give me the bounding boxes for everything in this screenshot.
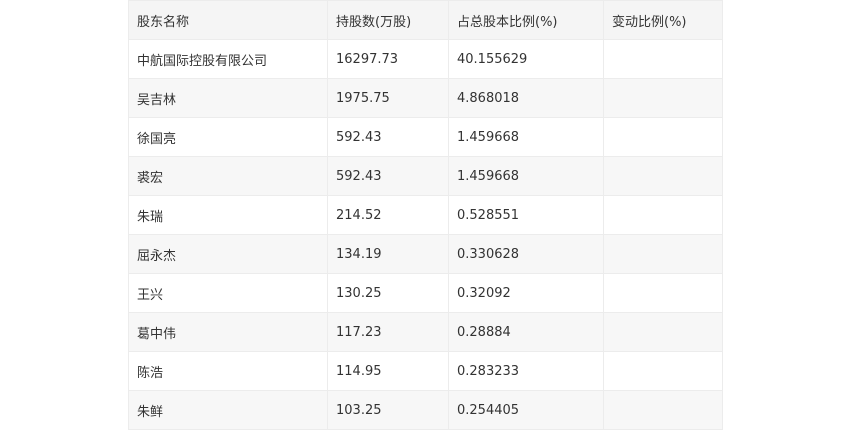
shareholder-table-container: 股东名称 持股数(万股) 占总股本比例(%) 变动比例(%) 中航国际控股有限公… <box>128 0 723 430</box>
header-row: 股东名称 持股数(万股) 占总股本比例(%) 变动比例(%) <box>128 0 723 40</box>
cell-change-ratio <box>603 351 723 391</box>
cell-share-ratio: 0.283233 <box>448 351 604 391</box>
cell-shareholder-name: 陈浩 <box>128 351 328 391</box>
header-share-ratio: 占总股本比例(%) <box>448 0 604 40</box>
table-row: 王兴 130.25 0.32092 <box>128 273 723 313</box>
table-header: 股东名称 持股数(万股) 占总股本比例(%) 变动比例(%) <box>128 0 723 40</box>
cell-shares-held: 130.25 <box>327 273 449 313</box>
table-body: 中航国际控股有限公司 16297.73 40.155629 吴吉林 1975.7… <box>128 39 723 430</box>
cell-share-ratio: 40.155629 <box>448 39 604 79</box>
cell-change-ratio <box>603 39 723 79</box>
cell-shares-held: 1975.75 <box>327 78 449 118</box>
cell-shareholder-name: 葛中伟 <box>128 312 328 352</box>
cell-change-ratio <box>603 234 723 274</box>
cell-shares-held: 592.43 <box>327 117 449 157</box>
cell-shareholder-name: 徐国亮 <box>128 117 328 157</box>
cell-shares-held: 114.95 <box>327 351 449 391</box>
cell-shareholder-name: 朱鲜 <box>128 390 328 430</box>
cell-shareholder-name: 朱瑞 <box>128 195 328 235</box>
cell-change-ratio <box>603 195 723 235</box>
table-row: 裘宏 592.43 1.459668 <box>128 156 723 196</box>
table-row: 葛中伟 117.23 0.28884 <box>128 312 723 352</box>
cell-shares-held: 103.25 <box>327 390 449 430</box>
cell-share-ratio: 0.32092 <box>448 273 604 313</box>
cell-shareholder-name: 裘宏 <box>128 156 328 196</box>
header-change-ratio: 变动比例(%) <box>603 0 723 40</box>
table-row: 中航国际控股有限公司 16297.73 40.155629 <box>128 39 723 79</box>
cell-share-ratio: 1.459668 <box>448 117 604 157</box>
cell-share-ratio: 0.28884 <box>448 312 604 352</box>
cell-change-ratio <box>603 312 723 352</box>
cell-change-ratio <box>603 117 723 157</box>
cell-shares-held: 117.23 <box>327 312 449 352</box>
table-row: 朱鲜 103.25 0.254405 <box>128 390 723 430</box>
table-row: 徐国亮 592.43 1.459668 <box>128 117 723 157</box>
cell-share-ratio: 0.528551 <box>448 195 604 235</box>
header-shares-held: 持股数(万股) <box>327 0 449 40</box>
table-row: 屈永杰 134.19 0.330628 <box>128 234 723 274</box>
cell-change-ratio <box>603 273 723 313</box>
cell-share-ratio: 0.254405 <box>448 390 604 430</box>
table-row: 朱瑞 214.52 0.528551 <box>128 195 723 235</box>
cell-change-ratio <box>603 390 723 430</box>
cell-shares-held: 592.43 <box>327 156 449 196</box>
shareholder-table: 股东名称 持股数(万股) 占总股本比例(%) 变动比例(%) 中航国际控股有限公… <box>128 0 723 430</box>
cell-shares-held: 16297.73 <box>327 39 449 79</box>
cell-change-ratio <box>603 156 723 196</box>
table-row: 陈浩 114.95 0.283233 <box>128 351 723 391</box>
table-row: 吴吉林 1975.75 4.868018 <box>128 78 723 118</box>
cell-shareholder-name: 中航国际控股有限公司 <box>128 39 328 79</box>
cell-share-ratio: 1.459668 <box>448 156 604 196</box>
cell-shareholder-name: 王兴 <box>128 273 328 313</box>
cell-share-ratio: 4.868018 <box>448 78 604 118</box>
cell-share-ratio: 0.330628 <box>448 234 604 274</box>
header-shareholder-name: 股东名称 <box>128 0 328 40</box>
cell-shareholder-name: 屈永杰 <box>128 234 328 274</box>
cell-shares-held: 214.52 <box>327 195 449 235</box>
cell-shareholder-name: 吴吉林 <box>128 78 328 118</box>
cell-change-ratio <box>603 78 723 118</box>
cell-shares-held: 134.19 <box>327 234 449 274</box>
